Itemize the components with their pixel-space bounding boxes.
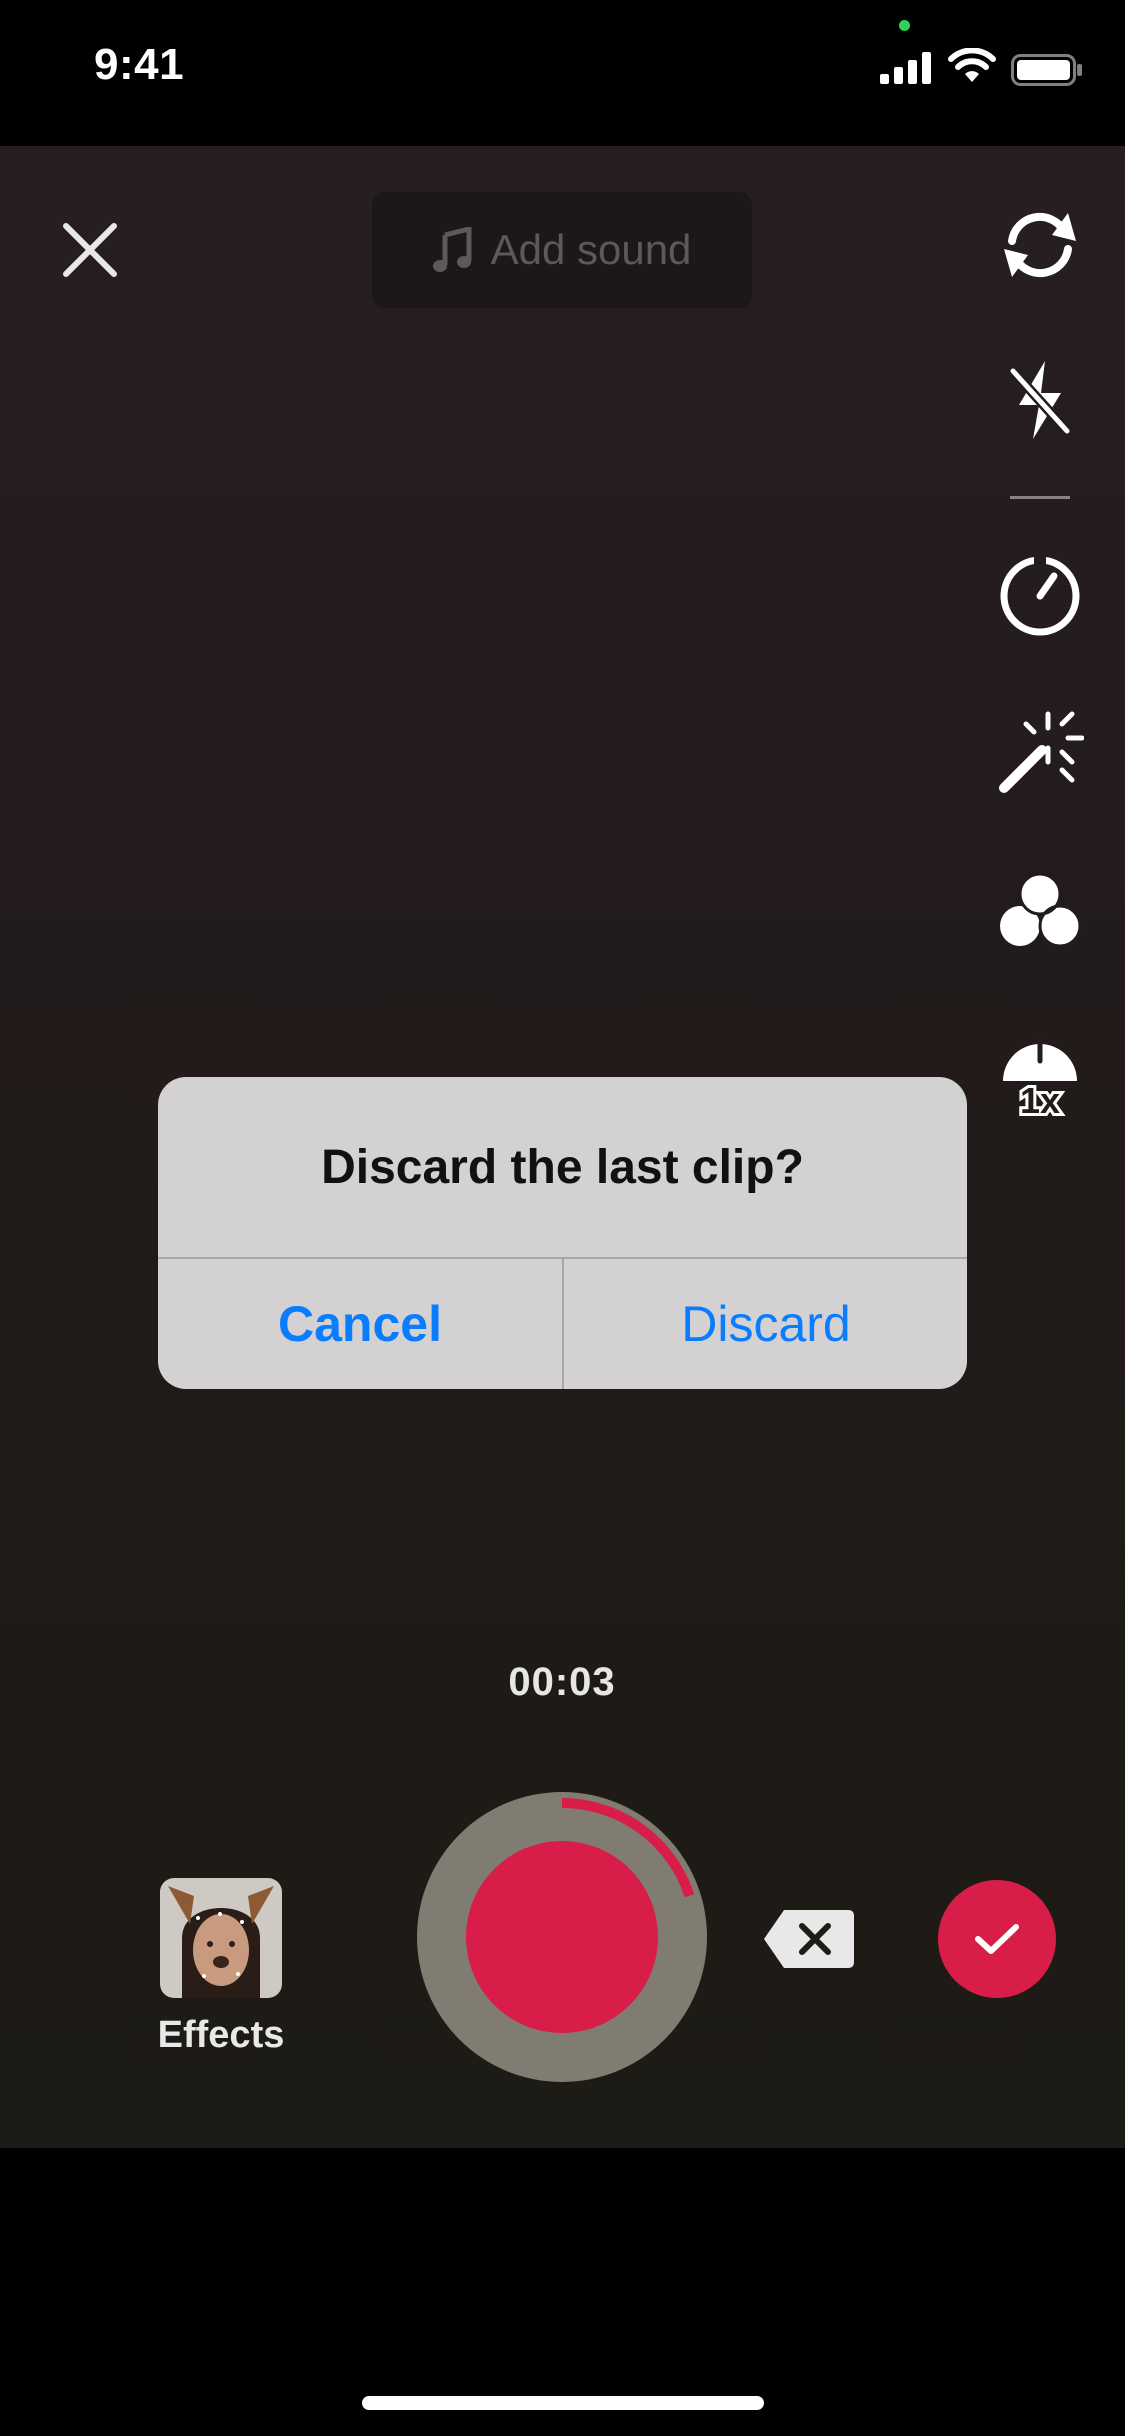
effects-button[interactable]	[160, 1878, 282, 1998]
cellular-signal-icon	[880, 52, 931, 84]
beauty-button[interactable]	[990, 702, 1090, 802]
status-time: 9:41	[94, 40, 185, 89]
flash-off-icon	[1009, 361, 1071, 439]
status-bar: 9:41	[0, 0, 1125, 146]
toolbar-divider	[1010, 496, 1070, 499]
speed-icon: 1x	[1003, 1036, 1077, 1121]
wifi-icon	[948, 48, 996, 82]
confirm-button[interactable]	[938, 1880, 1056, 1998]
add-sound-label: Add sound	[490, 226, 692, 273]
camera-in-use-indicator	[899, 20, 910, 31]
add-sound-button[interactable]: Add sound	[372, 192, 752, 308]
filters-icon	[1000, 872, 1082, 948]
effects-thumbnail	[160, 1878, 282, 1998]
delete-clip-icon[interactable]	[762, 1908, 856, 1970]
timer-button[interactable]	[990, 546, 1090, 646]
timer-icon	[1000, 556, 1080, 636]
flash-button[interactable]	[990, 350, 1090, 450]
alert-title: Discard the last clip?	[321, 1140, 804, 1194]
effects-label: Effects	[157, 2014, 285, 2056]
discard-clip-alert: Discard the last clip? Cancel Discard	[158, 1077, 967, 1389]
speed-button[interactable]: 1x	[990, 1016, 1090, 1126]
checkmark-icon	[975, 1924, 1019, 1954]
record-button[interactable]	[417, 1792, 707, 2082]
recording-timer: 00:03	[508, 1660, 616, 1704]
record-inner-circle	[466, 1841, 658, 2033]
discard-button[interactable]: Discard	[564, 1259, 967, 1389]
record-button-graphic	[417, 1792, 707, 2082]
flip-camera-button[interactable]	[990, 195, 1090, 295]
cancel-button[interactable]: Cancel	[158, 1259, 562, 1389]
beauty-wand-icon	[999, 711, 1084, 793]
music-note-icon	[432, 227, 472, 272]
flip-camera-icon	[1004, 212, 1076, 278]
filters-button[interactable]	[990, 860, 1090, 960]
close-icon[interactable]	[60, 220, 120, 280]
battery-icon	[1011, 54, 1082, 86]
speed-label: 1x	[1020, 1080, 1060, 1121]
home-indicator[interactable]	[362, 2396, 764, 2410]
